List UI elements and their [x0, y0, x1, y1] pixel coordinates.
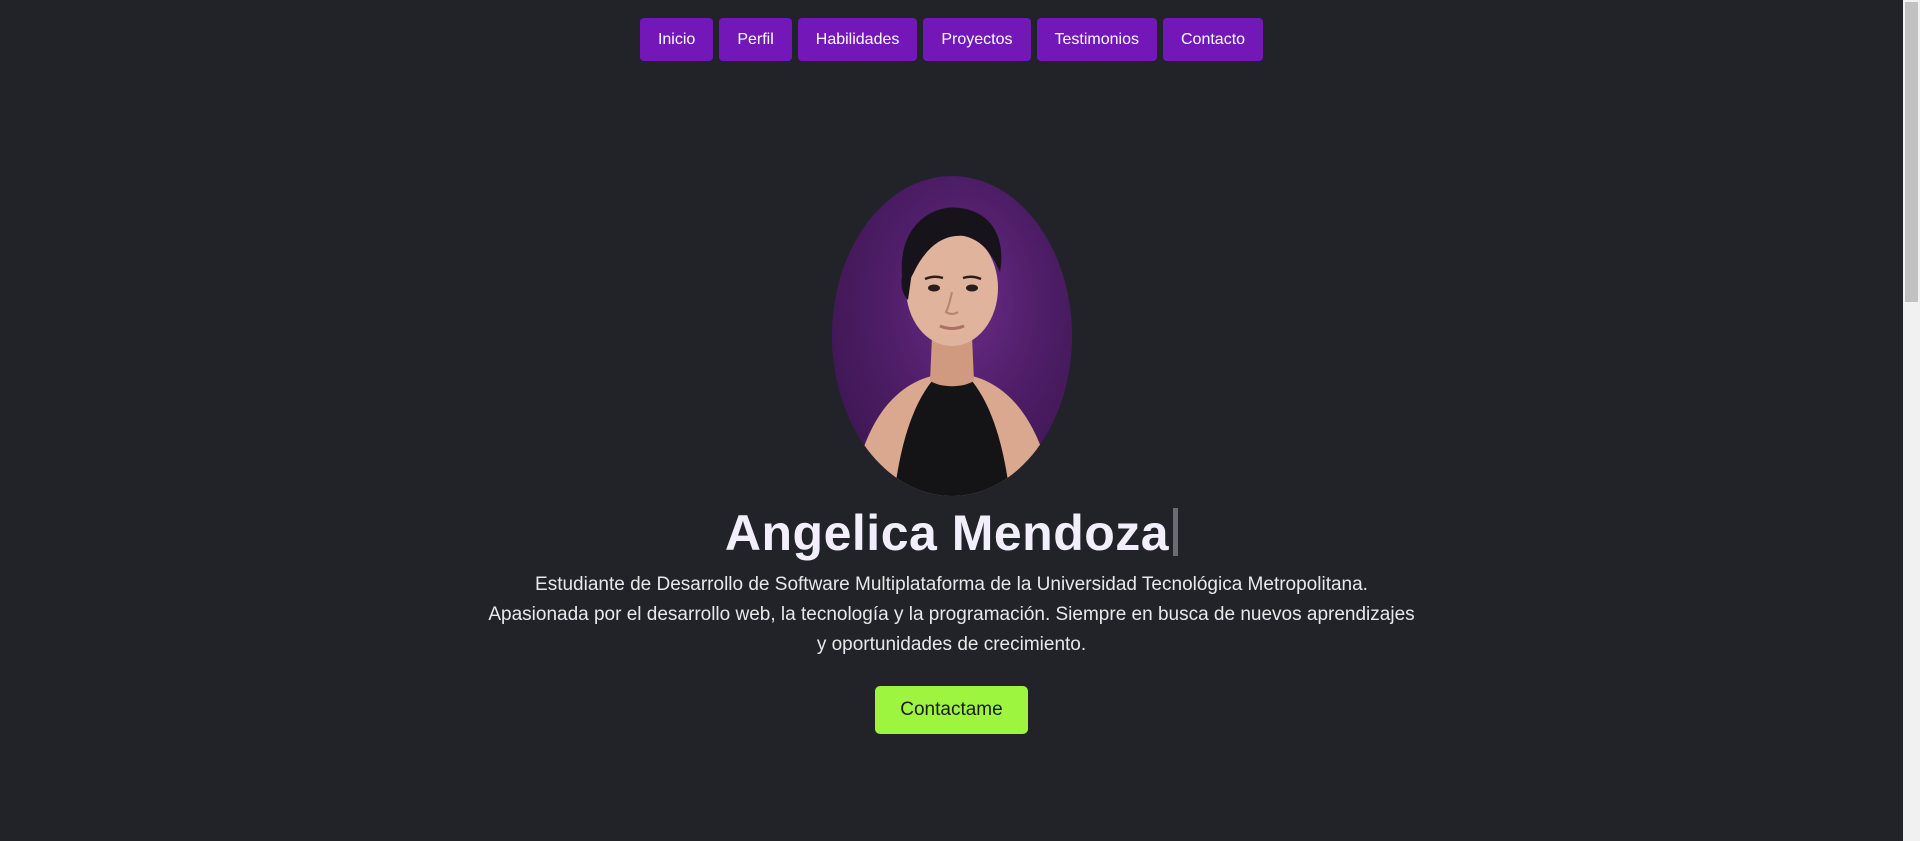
hero-name-heading: Angelica Mendoza: [0, 500, 1903, 566]
hero-description: Estudiante de Desarrollo de Software Mul…: [482, 570, 1422, 660]
nav-perfil-button[interactable]: Perfil: [719, 18, 792, 61]
hero-section: Angelica Mendoza Estudiante de Desarroll…: [0, 176, 1903, 734]
description-line-3: y oportunidades de crecimiento.: [816, 634, 1087, 655]
main-nav: Inicio Perfil Habilidades Proyectos Test…: [0, 18, 1903, 61]
profile-photo: [831, 176, 1072, 496]
description-line-1: Estudiante de Desarrollo de Software Mul…: [535, 574, 1368, 595]
typing-cursor: [1173, 508, 1179, 556]
page: Inicio Perfil Habilidades Proyectos Test…: [0, 0, 1920, 841]
description-line-2: Apasionada por el desarrollo web, la tec…: [488, 604, 1415, 625]
contact-cta-button[interactable]: Contactame: [875, 686, 1028, 734]
nav-contacto-button[interactable]: Contacto: [1163, 18, 1264, 61]
nav-testimonios-button[interactable]: Testimonios: [1036, 18, 1157, 61]
nav-habilidades-button[interactable]: Habilidades: [797, 18, 918, 61]
hero-name-text: Angelica Mendoza: [724, 505, 1170, 561]
profile-photo-illustration: [851, 207, 1054, 496]
vertical-scrollbar[interactable]: [1903, 0, 1920, 841]
scrollbar-thumb[interactable]: [1905, 2, 1918, 302]
viewport: Inicio Perfil Habilidades Proyectos Test…: [0, 0, 1903, 841]
nav-proyectos-button[interactable]: Proyectos: [923, 18, 1031, 61]
nav-inicio-button[interactable]: Inicio: [639, 18, 714, 61]
